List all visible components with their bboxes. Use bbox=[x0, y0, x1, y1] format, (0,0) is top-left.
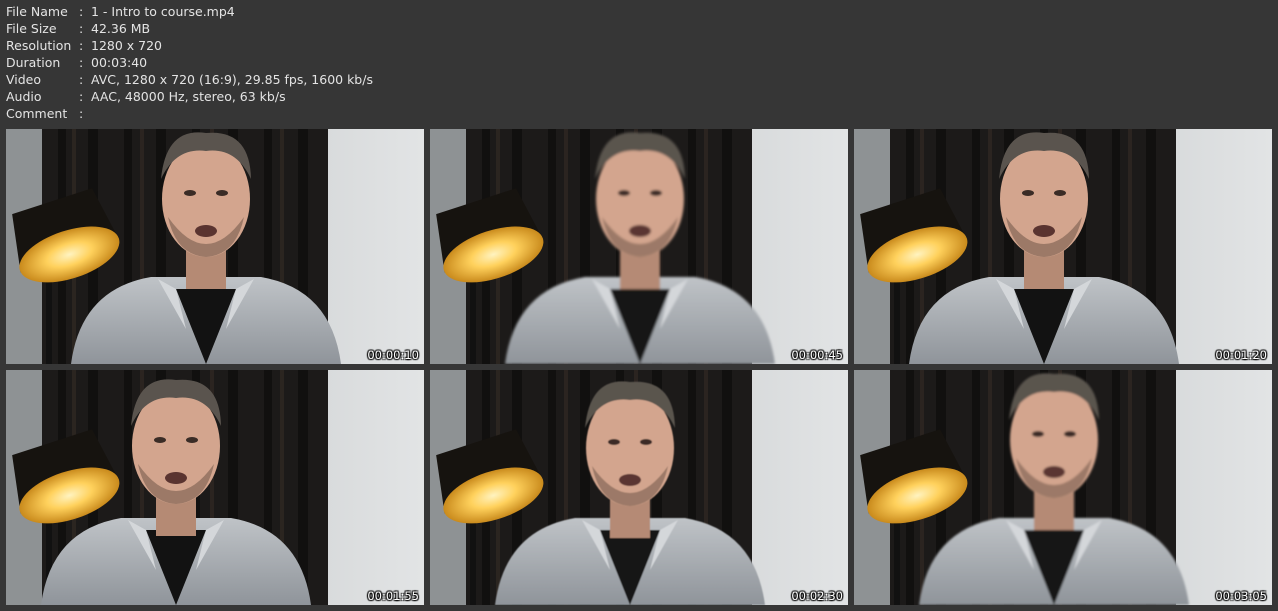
info-label: Video bbox=[6, 72, 42, 87]
info-row-file-size: File Size : 42.36 MB bbox=[6, 20, 373, 37]
info-colon: : bbox=[79, 21, 84, 36]
video-frame-image bbox=[6, 129, 424, 364]
info-row-video: Video : AVC, 1280 x 720 (16:9), 29.85 fp… bbox=[6, 71, 373, 88]
thumbnail-timestamp: 00:01:55 bbox=[367, 589, 419, 603]
info-colon: : bbox=[79, 55, 84, 70]
info-row-resolution: Resolution : 1280 x 720 bbox=[6, 37, 373, 54]
video-thumbnail: 00:03:05 bbox=[854, 370, 1272, 605]
video-thumbnail: 00:01:20 bbox=[854, 129, 1272, 364]
info-row-file-name: File Name : 1 - Intro to course.mp4 bbox=[6, 3, 373, 20]
thumbnail-timestamp: 00:01:20 bbox=[1215, 348, 1267, 362]
thumbnail-timestamp: 00:03:05 bbox=[1215, 589, 1267, 603]
info-row-audio: Audio : AAC, 48000 Hz, stereo, 63 kb/s bbox=[6, 88, 373, 105]
info-value: AAC, 48000 Hz, stereo, 63 kb/s bbox=[91, 89, 286, 104]
info-colon: : bbox=[79, 89, 84, 104]
contact-sheet: File Name : 1 - Intro to course.mp4 File… bbox=[0, 0, 1278, 611]
info-colon: : bbox=[79, 38, 84, 53]
info-label: Audio bbox=[6, 89, 42, 104]
video-thumbnail: 00:02:30 bbox=[430, 370, 848, 605]
info-value: AVC, 1280 x 720 (16:9), 29.85 fps, 1600 … bbox=[91, 72, 373, 87]
info-colon: : bbox=[79, 106, 84, 121]
video-frame-image bbox=[854, 129, 1272, 364]
thumbnail-grid: 00:00:10 00:00:45 00:01:20 00:01:55 00:0… bbox=[6, 129, 1272, 605]
thumbnail-timestamp: 00:00:10 bbox=[367, 348, 419, 362]
info-colon: : bbox=[79, 72, 84, 87]
info-value: 1280 x 720 bbox=[91, 38, 163, 53]
info-value: 1 - Intro to course.mp4 bbox=[91, 4, 235, 19]
info-colon: : bbox=[79, 4, 84, 19]
info-label: File Name bbox=[6, 4, 68, 19]
info-label: File Size bbox=[6, 21, 57, 36]
thumbnail-timestamp: 00:00:45 bbox=[791, 348, 843, 362]
info-label: Duration bbox=[6, 55, 61, 70]
video-frame-image bbox=[430, 370, 848, 605]
info-label: Resolution bbox=[6, 38, 72, 53]
thumbnail-timestamp: 00:02:30 bbox=[791, 589, 843, 603]
video-thumbnail: 00:00:10 bbox=[6, 129, 424, 364]
video-thumbnail: 00:01:55 bbox=[6, 370, 424, 605]
video-frame-image bbox=[430, 129, 848, 364]
info-value: 00:03:40 bbox=[91, 55, 148, 70]
video-frame-image bbox=[854, 370, 1272, 605]
info-value: 42.36 MB bbox=[91, 21, 151, 36]
info-label: Comment bbox=[6, 106, 68, 121]
video-frame-image bbox=[6, 370, 424, 605]
video-thumbnail: 00:00:45 bbox=[430, 129, 848, 364]
info-row-duration: Duration : 00:03:40 bbox=[6, 54, 373, 71]
info-row-comment: Comment : bbox=[6, 105, 373, 122]
file-info-panel: File Name : 1 - Intro to course.mp4 File… bbox=[6, 3, 373, 122]
